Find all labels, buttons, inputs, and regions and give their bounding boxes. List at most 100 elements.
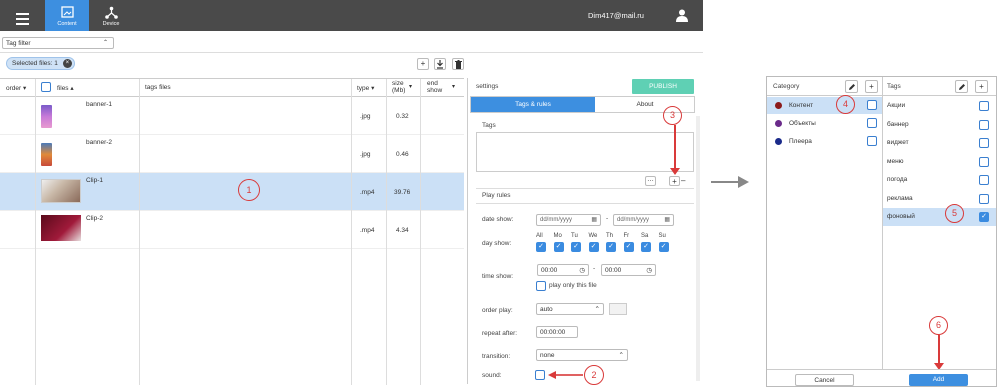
divider (0, 52, 703, 53)
time-show-label: time show: (482, 273, 514, 280)
category-row[interactable]: Контент (767, 97, 882, 114)
col-order[interactable]: order ▾ (6, 84, 26, 92)
publish-button[interactable]: PUBLISH (632, 79, 694, 94)
file-type: .mp4 (360, 227, 375, 234)
sound-checkbox[interactable] (535, 370, 545, 380)
callout-2: 2 (584, 365, 604, 385)
tag-name: реклама (887, 194, 913, 202)
repeat-after-label: repeat after: (482, 330, 518, 337)
table-row[interactable]: banner-2 .jpg 0.46 (0, 135, 464, 173)
callout-4: 4 (836, 95, 855, 114)
file-table: order ▾ files ▴ tags files type ▾ size (… (0, 78, 464, 385)
tag-row[interactable]: фоновый ✓ (883, 208, 996, 226)
tag-checkbox[interactable] (979, 119, 989, 130)
tag-checkbox[interactable] (979, 138, 989, 148)
tag-checkbox[interactable] (979, 156, 989, 167)
date-show-label: date show: (482, 216, 514, 223)
day-checkbox-fr[interactable]: ✓ (623, 242, 634, 252)
category-row[interactable]: Объекты (767, 115, 882, 132)
tag-row[interactable]: погода (883, 171, 996, 189)
file-type: .jpg (360, 113, 371, 120)
table-row-selected[interactable]: Clip-1 .mp4 39.76 1 (0, 173, 464, 211)
file-type: .jpg (360, 151, 371, 158)
cancel-button[interactable]: Cancel (795, 374, 854, 386)
clock-icon: ◷ (646, 267, 652, 274)
file-thumbnail (41, 105, 52, 128)
clear-icon[interactable]: × (62, 59, 72, 68)
col-size[interactable]: size (Mb) (392, 80, 410, 94)
day-checkbox-tu[interactable]: ✓ (571, 242, 581, 252)
category-checkbox[interactable] (867, 136, 877, 146)
sound-label: sound: (482, 372, 502, 379)
tag-row[interactable]: виджет (883, 134, 996, 152)
file-name: banner-2 (86, 139, 113, 146)
file-thumbnail (41, 179, 81, 203)
callout-6: 6 (929, 316, 948, 335)
tag-checkbox[interactable] (979, 175, 989, 185)
day-label-fr: Fr (623, 233, 630, 239)
tag-row[interactable]: меню (883, 153, 996, 171)
clock-icon: ◷ (579, 267, 585, 274)
more-button[interactable]: … (645, 176, 656, 186)
user-icon[interactable] (676, 9, 688, 22)
add-tag-button[interactable]: + (669, 176, 680, 186)
day-checkbox-sa[interactable]: ✓ (641, 242, 651, 252)
day-checkbox-we[interactable]: ✓ (588, 242, 599, 252)
category-row[interactable]: Плеера (767, 133, 882, 150)
time-to-input[interactable]: 00:00 ◷ (601, 264, 656, 276)
tag-row[interactable]: Акции (883, 97, 996, 115)
settings-panel: settings PUBLISH Tags & rules About Tags… (467, 78, 703, 385)
col-type[interactable]: type ▾ (357, 84, 374, 92)
tag-row[interactable]: реклама (883, 190, 996, 208)
col-files[interactable]: files ▴ (57, 84, 74, 92)
tag-checkbox[interactable]: ✓ (979, 212, 989, 222)
arrow-down-icon (670, 168, 680, 175)
tag-checkbox[interactable] (979, 101, 989, 111)
table-row[interactable]: Clip-2 .mp4 4.34 (0, 211, 464, 249)
remove-tag-button[interactable]: – (681, 176, 685, 186)
order-play-select[interactable]: auto ⌃ (536, 303, 604, 315)
file-size: 0.46 (396, 151, 409, 158)
pencil-icon (848, 84, 855, 90)
trash-icon (454, 60, 462, 69)
order-number-input[interactable] (609, 303, 627, 315)
download-button[interactable] (434, 58, 446, 70)
calendar-icon: ▦ (664, 217, 670, 223)
add-button[interactable]: Add (909, 374, 968, 386)
repeat-after-input[interactable]: 00:00:00 (536, 326, 578, 338)
date-from-input[interactable]: dd/mm/yyyy ▦ (536, 214, 601, 226)
menu-button[interactable] (0, 0, 44, 31)
file-name: Clip-2 (86, 215, 103, 222)
day-checkbox-su[interactable]: ✓ (658, 242, 669, 252)
tag-checkbox[interactable] (979, 193, 989, 204)
category-checkbox[interactable] (867, 118, 877, 128)
add-category-button[interactable]: + (865, 80, 878, 93)
transition-label: transition: (482, 353, 511, 360)
tag-row[interactable]: баннер (883, 116, 996, 134)
settings-title: settings (476, 83, 499, 90)
table-row[interactable]: banner-1 .jpg 0.32 (0, 97, 464, 135)
category-checkbox[interactable] (867, 100, 877, 110)
calendar-icon: ▦ (591, 217, 597, 223)
day-checkbox-all[interactable]: ✓ (536, 242, 546, 252)
time-from-input[interactable]: 00:00 ◷ (537, 264, 589, 276)
transition-select[interactable]: none ⌃ (536, 349, 628, 361)
tab-device[interactable]: Device (89, 0, 133, 31)
tags-box[interactable] (476, 132, 694, 172)
updown-icon: ⌃ (102, 40, 108, 46)
tag-filter-select[interactable]: Tag filter ⌃ (2, 37, 114, 49)
tab-content[interactable]: Content (45, 0, 89, 31)
edit-category-button[interactable] (845, 80, 858, 93)
day-checkbox-th[interactable]: ✓ (606, 242, 616, 252)
play-only-checkbox[interactable] (536, 281, 546, 291)
day-checkbox-mo[interactable]: ✓ (553, 242, 564, 252)
delete-button[interactable] (452, 58, 464, 70)
edit-tag-button[interactable] (955, 80, 968, 93)
select-all-checkbox[interactable] (41, 82, 51, 92)
date-to-input[interactable]: dd/mm/yyyy ▦ (613, 214, 674, 226)
file-size: 4.34 (396, 227, 409, 234)
add-file-button[interactable]: + (417, 58, 429, 70)
scrollbar[interactable] (696, 116, 700, 381)
add-tag-button[interactable]: + (975, 80, 988, 93)
tab-tags-rules[interactable]: Tags & rules (471, 97, 595, 112)
